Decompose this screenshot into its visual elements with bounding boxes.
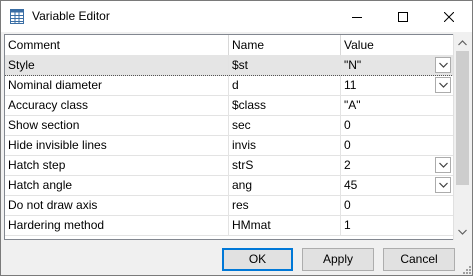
comment-cell[interactable]: Hardering method <box>5 215 229 235</box>
value-cell[interactable]: 1 <box>341 215 454 235</box>
value-cell[interactable]: 45 <box>341 175 454 195</box>
value-text: 1 <box>344 218 351 232</box>
value-cell[interactable]: 0 <box>341 135 454 155</box>
comment-cell[interactable]: Nominal diameter <box>5 75 229 95</box>
chevron-down-icon <box>458 229 467 235</box>
value-text: "A" <box>344 98 361 112</box>
name-cell[interactable]: d <box>229 75 341 95</box>
scrollbar-thumb[interactable] <box>456 51 469 185</box>
value-dropdown-button[interactable] <box>435 57 451 73</box>
title-bar[interactable]: Variable Editor <box>1 1 472 32</box>
ok-button[interactable]: OK <box>222 248 293 271</box>
comment-cell[interactable]: Hatch step <box>5 155 229 175</box>
scroll-down-button[interactable] <box>454 223 471 240</box>
table-row[interactable]: Hardering method HMmat 1 <box>5 215 454 236</box>
spreadsheet-icon <box>10 9 24 24</box>
table-row[interactable]: Style $st "N" <box>5 55 454 76</box>
resize-grip-icon[interactable] <box>460 263 472 275</box>
name-cell[interactable]: sec <box>229 115 341 135</box>
maximize-button[interactable] <box>380 1 426 32</box>
value-cell[interactable]: 11 <box>341 75 454 95</box>
table-row[interactable]: Nominal diameter d 11 <box>5 75 454 96</box>
scroll-up-button[interactable] <box>454 34 471 51</box>
value-text: 0 <box>344 198 351 212</box>
vertical-scrollbar[interactable] <box>453 34 471 240</box>
column-header-value[interactable]: Value <box>341 35 454 55</box>
variables-grid[interactable]: Comment Name Value Style $st "N" Nominal di… <box>4 34 455 240</box>
value-text: "N" <box>344 58 362 72</box>
value-cell[interactable]: "A" <box>341 95 454 115</box>
table-row[interactable]: Hide invisible lines invis 0 <box>5 135 454 156</box>
minimize-icon <box>352 16 362 18</box>
comment-cell[interactable]: Show section <box>5 115 229 135</box>
value-cell[interactable]: 0 <box>341 195 454 215</box>
name-cell[interactable]: ang <box>229 175 341 195</box>
value-dropdown-button[interactable] <box>435 177 451 193</box>
column-header-comment[interactable]: Comment <box>5 35 229 55</box>
name-cell[interactable]: $st <box>229 55 341 75</box>
name-cell[interactable]: invis <box>229 135 341 155</box>
value-dropdown-button[interactable] <box>435 157 451 173</box>
chevron-down-icon <box>438 162 448 168</box>
chevron-down-icon <box>438 62 448 68</box>
close-button[interactable] <box>426 1 472 32</box>
name-cell[interactable]: $class <box>229 95 341 115</box>
variable-editor-window: Variable Editor Comment Name Value Style… <box>0 0 473 276</box>
table-row[interactable]: Do not draw axis res 0 <box>5 195 454 216</box>
minimize-button[interactable] <box>334 1 380 32</box>
maximize-icon <box>398 11 408 22</box>
grid-header: Comment Name Value <box>5 35 454 56</box>
cancel-button[interactable]: Cancel <box>383 248 455 271</box>
name-cell[interactable]: res <box>229 195 341 215</box>
window-title: Variable Editor <box>32 9 110 23</box>
value-text: 0 <box>344 118 351 132</box>
value-cell[interactable]: 0 <box>341 115 454 135</box>
value-cell[interactable]: 2 <box>341 155 454 175</box>
comment-cell[interactable]: Do not draw axis <box>5 195 229 215</box>
column-header-name[interactable]: Name <box>229 35 341 55</box>
value-cell[interactable]: "N" <box>341 55 454 75</box>
comment-cell[interactable]: Style <box>5 55 229 75</box>
value-text: 45 <box>344 178 358 192</box>
comment-cell[interactable]: Hide invisible lines <box>5 135 229 155</box>
chevron-down-icon <box>438 82 448 88</box>
name-cell[interactable]: strS <box>229 155 341 175</box>
table-row[interactable]: Accuracy class $class "A" <box>5 95 454 116</box>
table-row[interactable]: Hatch angle ang 45 <box>5 175 454 196</box>
comment-cell[interactable]: Accuracy class <box>5 95 229 115</box>
value-text: 11 <box>344 78 357 92</box>
table-row[interactable]: Hatch step strS 2 <box>5 155 454 176</box>
value-text: 2 <box>344 158 351 172</box>
chevron-up-icon <box>458 39 467 45</box>
name-cell[interactable]: HMmat <box>229 215 341 235</box>
comment-cell[interactable]: Hatch angle <box>5 175 229 195</box>
apply-button[interactable]: Apply <box>302 248 374 271</box>
value-dropdown-button[interactable] <box>435 77 451 93</box>
chevron-down-icon <box>438 182 448 188</box>
table-row[interactable]: Show section sec 0 <box>5 115 454 136</box>
value-text: 0 <box>344 138 351 152</box>
close-icon <box>444 11 454 22</box>
